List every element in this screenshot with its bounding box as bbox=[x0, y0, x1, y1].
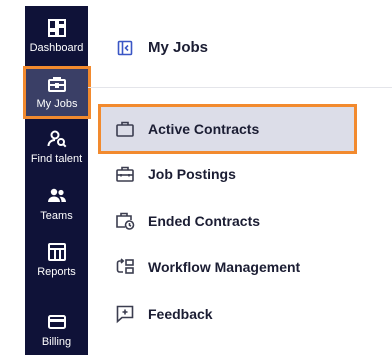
workflow-icon bbox=[115, 257, 135, 277]
teams-icon bbox=[47, 186, 67, 206]
rail-label: Dashboard bbox=[29, 42, 84, 54]
dashboard-icon bbox=[47, 18, 67, 38]
rail-item-billing[interactable]: Billing bbox=[25, 312, 88, 349]
rail-label: Teams bbox=[40, 210, 73, 222]
page-title: My Jobs bbox=[148, 39, 209, 56]
menu-item-label: Active Contracts bbox=[148, 121, 260, 137]
billing-icon bbox=[47, 312, 67, 332]
briefcase-outline-icon bbox=[115, 119, 135, 139]
briefcase-clock-icon bbox=[115, 211, 135, 231]
sidebar-collapse-icon[interactable] bbox=[117, 40, 133, 56]
reports-icon bbox=[47, 242, 67, 262]
menu-item-label: Feedback bbox=[148, 306, 213, 322]
rail-label: My Jobs bbox=[36, 98, 78, 110]
rail-item-find-talent[interactable]: Find talent bbox=[25, 129, 88, 166]
menu-item-job-postings[interactable]: Job Postings bbox=[101, 152, 354, 196]
feedback-icon bbox=[115, 304, 135, 324]
briefcase-icon bbox=[47, 74, 67, 94]
menu-item-ended-contracts[interactable]: Ended Contracts bbox=[101, 199, 354, 243]
panel-header: My Jobs bbox=[88, 6, 392, 88]
menu-item-label: Workflow Management bbox=[148, 259, 301, 275]
find-talent-icon bbox=[47, 129, 67, 149]
rail-item-teams[interactable]: Teams bbox=[25, 186, 88, 223]
rail-item-dashboard[interactable]: Dashboard bbox=[25, 18, 88, 55]
toolbox-icon bbox=[115, 164, 135, 184]
menu-item-feedback[interactable]: Feedback bbox=[101, 292, 354, 336]
rail-label: Reports bbox=[37, 266, 76, 278]
menu-item-label: Job Postings bbox=[148, 166, 236, 182]
primary-nav-rail: Dashboard My Jobs Find talent Teams Repo… bbox=[23, 6, 91, 355]
menu-item-active-contracts[interactable]: Active Contracts bbox=[98, 104, 357, 154]
rail-label: Billing bbox=[41, 336, 72, 348]
rail-item-my-jobs[interactable]: My Jobs bbox=[23, 66, 91, 119]
rail-label: Find talent bbox=[30, 153, 83, 165]
menu-item-label: Ended Contracts bbox=[148, 213, 261, 229]
rail-item-reports[interactable]: Reports bbox=[25, 242, 88, 279]
menu-item-workflow-management[interactable]: Workflow Management bbox=[101, 245, 354, 289]
